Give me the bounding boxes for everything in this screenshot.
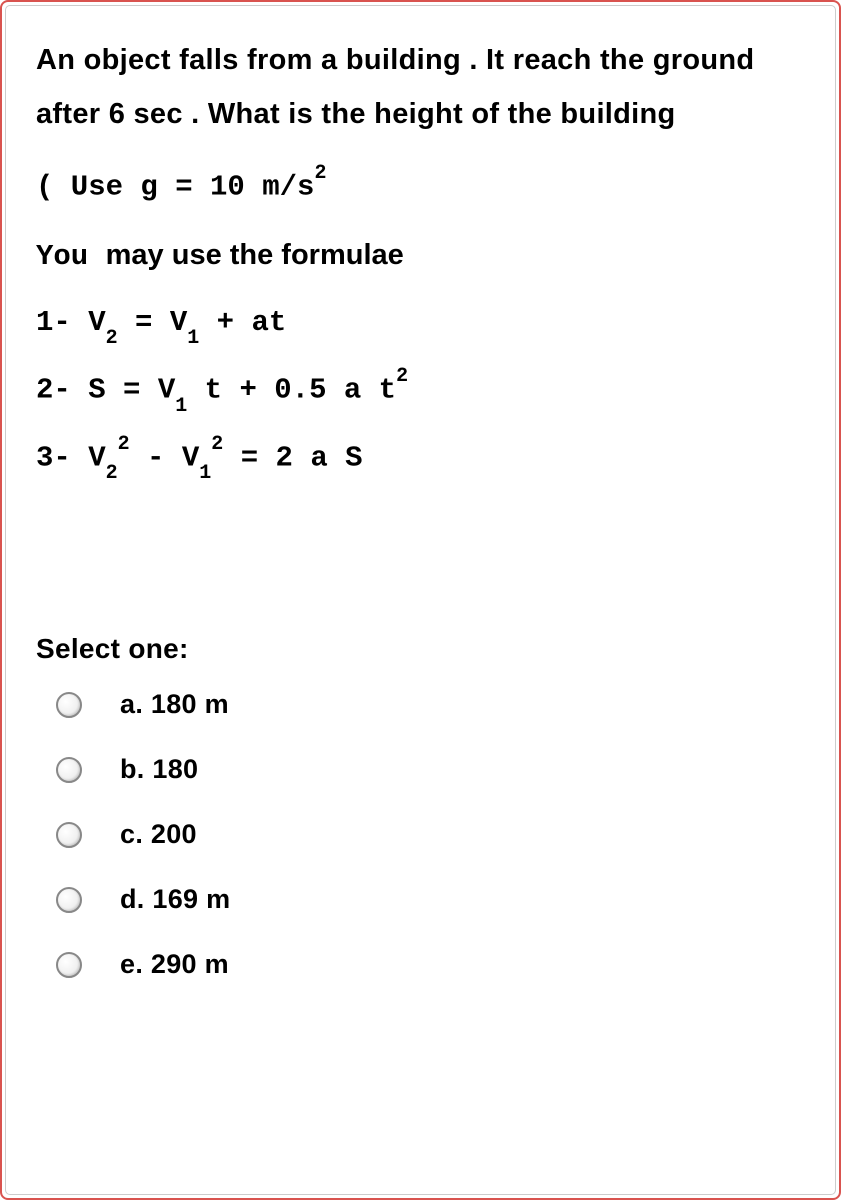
use-g-line: ( Use g = 10 m/s2 — [36, 165, 805, 209]
option-b-label: b. 180 — [120, 754, 198, 785]
formula2-mid: t + 0.5 a t — [187, 374, 396, 407]
option-a[interactable]: a. 180 m — [56, 689, 805, 720]
formula-list: 1- V2 = V1 + at 2- S = V1 t + 0.5 a t2 3… — [36, 301, 805, 483]
radio-a[interactable] — [56, 692, 82, 718]
formula3-sub2: 1 — [199, 462, 211, 485]
formulae-intro: You may use the formulae — [36, 239, 805, 273]
formula1-suffix: + at — [199, 306, 286, 339]
use-g-sup: 2 — [314, 162, 326, 185]
option-c[interactable]: c. 200 — [56, 819, 805, 850]
formula3-suffix: = 2 a S — [223, 441, 362, 474]
option-e-label: e. 290 m — [120, 949, 229, 980]
option-a-label: a. 180 m — [120, 689, 229, 720]
use-g-prefix: ( Use g = 10 m/s — [36, 171, 314, 204]
formula3-sub1: 2 — [106, 462, 118, 485]
formula3-prefix: 3- V — [36, 441, 106, 474]
formulae-intro-you: You — [36, 240, 106, 273]
formula3-sup2: 2 — [211, 433, 223, 456]
option-e[interactable]: e. 290 m — [56, 949, 805, 980]
formula-2: 2- S = V1 t + 0.5 a t2 — [36, 368, 805, 415]
radio-c[interactable] — [56, 822, 82, 848]
formula-3: 3- V22 - V12 = 2 a S — [36, 436, 805, 483]
question-card-outer: An object falls from a building . It rea… — [0, 0, 841, 1200]
formulae-intro-rest: may use the formulae — [106, 239, 404, 271]
options-list: a. 180 m b. 180 c. 200 d. 169 m e. 290 m — [36, 689, 805, 980]
formula2-sub1: 1 — [175, 395, 187, 418]
formula2-prefix: 2- S = V — [36, 374, 175, 407]
option-d-label: d. 169 m — [120, 884, 230, 915]
formula2-sup: 2 — [396, 365, 408, 388]
formula3-sup1: 2 — [118, 433, 130, 456]
question-prompt: An object falls from a building . It rea… — [36, 34, 805, 141]
question-card-inner: An object falls from a building . It rea… — [5, 5, 836, 1195]
option-c-label: c. 200 — [120, 819, 197, 850]
formula1-prefix: 1- V — [36, 306, 106, 339]
formula1-sub1: 2 — [106, 327, 118, 350]
radio-e[interactable] — [56, 952, 82, 978]
formula1-sub2: 1 — [187, 327, 199, 350]
select-one-label: Select one: — [36, 633, 805, 665]
option-b[interactable]: b. 180 — [56, 754, 805, 785]
radio-b[interactable] — [56, 757, 82, 783]
radio-d[interactable] — [56, 887, 82, 913]
formula3-mid1: - V — [130, 441, 200, 474]
formula-1: 1- V2 = V1 + at — [36, 301, 805, 348]
formula1-mid: = V — [118, 306, 188, 339]
option-d[interactable]: d. 169 m — [56, 884, 805, 915]
